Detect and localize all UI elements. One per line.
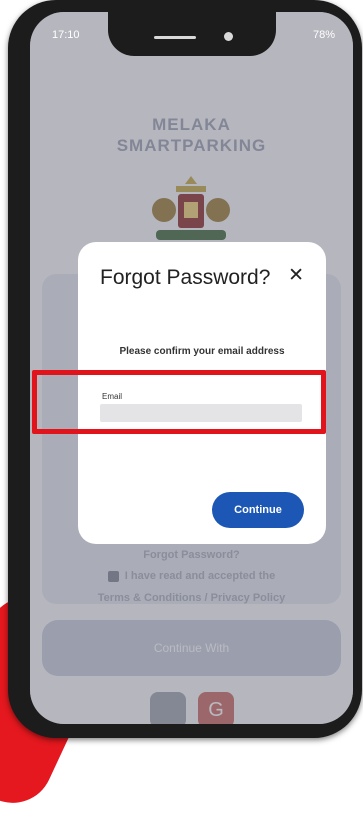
camera-icon	[224, 32, 233, 41]
phone-screen: MELAKA SMARTPARKING Forgot Password? I h…	[30, 12, 353, 724]
dialog-title: Forgot Password?	[100, 266, 271, 289]
close-icon[interactable]: ✕	[288, 264, 304, 287]
status-battery: 78%	[312, 29, 335, 41]
dialog-message: Please confirm your email address	[119, 346, 285, 357]
phone-side-button	[11, 228, 19, 286]
phone-side-button	[11, 110, 19, 144]
status-time: 17:10	[52, 29, 80, 41]
phone-frame: MELAKA SMARTPARKING Forgot Password? I h…	[8, 0, 362, 738]
continue-button[interactable]: Continue	[212, 492, 304, 528]
phone-notch	[108, 12, 276, 56]
speaker-icon	[154, 36, 196, 39]
email-highlight-box	[32, 370, 326, 434]
phone-side-button	[11, 160, 19, 218]
